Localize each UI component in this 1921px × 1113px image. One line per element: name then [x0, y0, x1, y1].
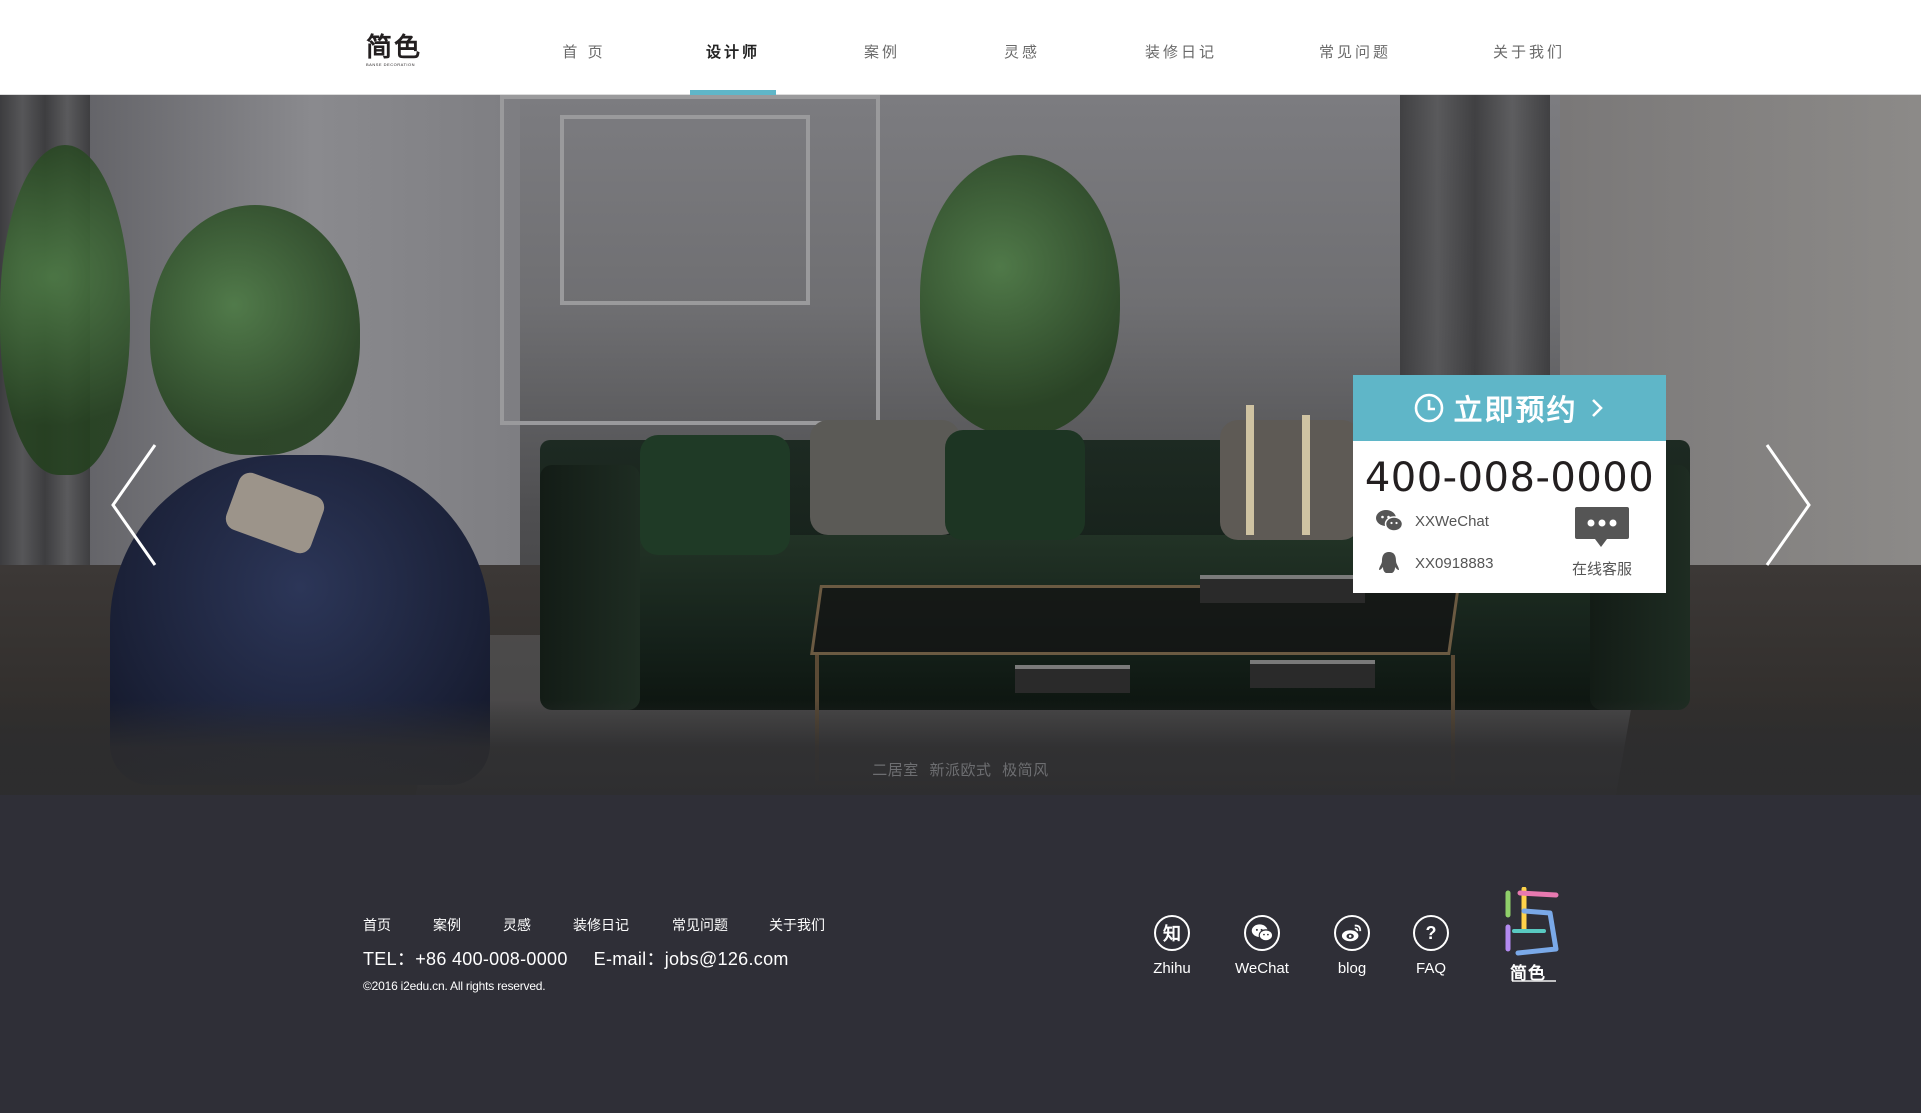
- site-footer: 首页 案例 灵感 装修日记 常见问题 关于我们 TEL：+86 400-008-…: [0, 795, 1921, 1113]
- social-label: WeChat: [1235, 960, 1289, 977]
- nav-designers[interactable]: 设计师: [690, 0, 776, 96]
- footer-link-faq[interactable]: 常见问题: [672, 915, 728, 935]
- nav-label: 装修日记: [1144, 44, 1217, 61]
- nav-label: 灵感: [1003, 44, 1040, 61]
- online-service-button[interactable]: 在线客服: [1562, 505, 1642, 585]
- chevron-right-icon: [1591, 399, 1603, 417]
- wechat-contact: XXWeChat: [1375, 509, 1489, 533]
- nav-label: 设计师: [705, 44, 760, 61]
- social-label: FAQ: [1415, 960, 1446, 977]
- qq-icon: [1379, 552, 1399, 573]
- book-now-button[interactable]: 立即预约: [1353, 375, 1666, 441]
- wechat-icon: [1244, 915, 1280, 951]
- hero-banner: 二居室 新派欧式 极简风 立即预约 400-008-0000 XXWeChat …: [0, 95, 1921, 795]
- social-blog[interactable]: blog: [1312, 915, 1392, 977]
- brand-mark-icon: [1505, 886, 1559, 956]
- weibo-icon: [1334, 915, 1370, 951]
- zhihu-icon: 知: [1154, 915, 1190, 951]
- footer-logo-subtext: [1512, 980, 1556, 982]
- wechat-glyph: [1251, 924, 1273, 942]
- nav-cases[interactable]: 案例: [852, 0, 912, 95]
- nav-label: 关于我们: [1492, 44, 1565, 61]
- booking-phone: 400-008-0000: [1364, 455, 1655, 501]
- footer-email: E-mail：jobs@126.com: [593, 949, 789, 969]
- social-zhihu[interactable]: 知 Zhihu: [1132, 915, 1212, 977]
- site-header: 简色 BANSE DECORATION 首 页 设计师 案例 灵感 装修日记 常…: [0, 0, 1921, 96]
- hero-image-pillow: [1220, 420, 1360, 540]
- hero-image-candle: [1246, 405, 1254, 535]
- nav-label: 首 页: [562, 44, 606, 61]
- footer-contact: TEL：+86 400-008-0000 E-mail：jobs@126.com: [363, 945, 815, 971]
- hero-image-sofa-arm: [540, 465, 640, 710]
- carousel-next-button[interactable]: [1757, 435, 1817, 575]
- social-label: blog: [1337, 960, 1367, 977]
- hero-image-books: [1015, 665, 1130, 693]
- hero-image-pillow: [640, 435, 790, 555]
- nav-about-us[interactable]: 关于我们: [1486, 0, 1572, 95]
- hero-image-pillow: [810, 420, 960, 535]
- main-nav: 首 页 设计师 案例 灵感 装修日记 常见问题 关于我们: [0, 0, 1921, 96]
- nav-home[interactable]: 首 页: [548, 0, 620, 95]
- nav-renovation-diary[interactable]: 装修日记: [1138, 0, 1224, 95]
- online-service-label: 在线客服: [1571, 561, 1632, 578]
- footer-link-about-us[interactable]: 关于我们: [769, 915, 825, 935]
- hero-image-candle: [1302, 415, 1310, 535]
- footer-link-home[interactable]: 首页: [363, 915, 391, 935]
- wechat-id: XXWeChat: [1415, 512, 1489, 530]
- hero-image-books: [1250, 660, 1375, 688]
- caption-tag: 新派欧式: [929, 762, 992, 779]
- nav-label: 案例: [863, 44, 900, 61]
- question-glyph: ?: [1425, 922, 1437, 943]
- chevron-right-icon: [1765, 444, 1811, 566]
- hero-image-pillow: [945, 430, 1085, 540]
- wechat-icon: [1376, 510, 1403, 532]
- hero-image-plant: [920, 155, 1120, 435]
- footer-link-inspiration[interactable]: 灵感: [503, 915, 531, 935]
- clock-icon: [1415, 393, 1444, 423]
- weibo-glyph: [1341, 924, 1362, 942]
- chevron-left-icon: [111, 444, 157, 566]
- booking-card: 立即预约 400-008-0000 XXWeChat XX0918883 在线客…: [1353, 375, 1666, 593]
- hero-image-tray: [1200, 575, 1365, 603]
- carousel-prev-button[interactable]: [105, 435, 165, 575]
- copyright: ©2016 i2edu.cn. All rights reserved.: [363, 979, 546, 993]
- hero-image-plant: [0, 145, 130, 475]
- nav-inspiration[interactable]: 灵感: [992, 0, 1052, 95]
- hero-caption: 二居室 新派欧式 极简风: [0, 759, 1921, 780]
- zhihu-glyph: 知: [1163, 924, 1181, 944]
- footer-link-cases[interactable]: 案例: [433, 915, 461, 935]
- nav-faq[interactable]: 常见问题: [1312, 0, 1398, 95]
- caption-tag: 极简风: [1002, 762, 1049, 779]
- hero-caption-shade: [0, 700, 1921, 795]
- qq-number: XX0918883: [1415, 554, 1494, 572]
- qq-contact: XX0918883: [1375, 551, 1493, 575]
- hero-image-wall-panel: [560, 115, 810, 305]
- hero-image-plant: [150, 205, 360, 455]
- chat-bubble-icon: [1575, 507, 1629, 547]
- social-wechat[interactable]: WeChat: [1222, 915, 1302, 977]
- nav-label: 常见问题: [1318, 44, 1391, 61]
- caption-tag: 二居室: [872, 762, 919, 779]
- social-faq[interactable]: ? FAQ: [1391, 915, 1471, 977]
- footer-link-renovation-diary[interactable]: 装修日记: [573, 915, 629, 935]
- booking-title: 立即预约: [1453, 393, 1578, 427]
- question-icon: ?: [1413, 915, 1449, 951]
- footer-brand-logo: 简色: [1500, 886, 1564, 991]
- social-label: Zhihu: [1153, 960, 1191, 977]
- footer-tel: TEL：+86 400-008-0000: [363, 949, 568, 969]
